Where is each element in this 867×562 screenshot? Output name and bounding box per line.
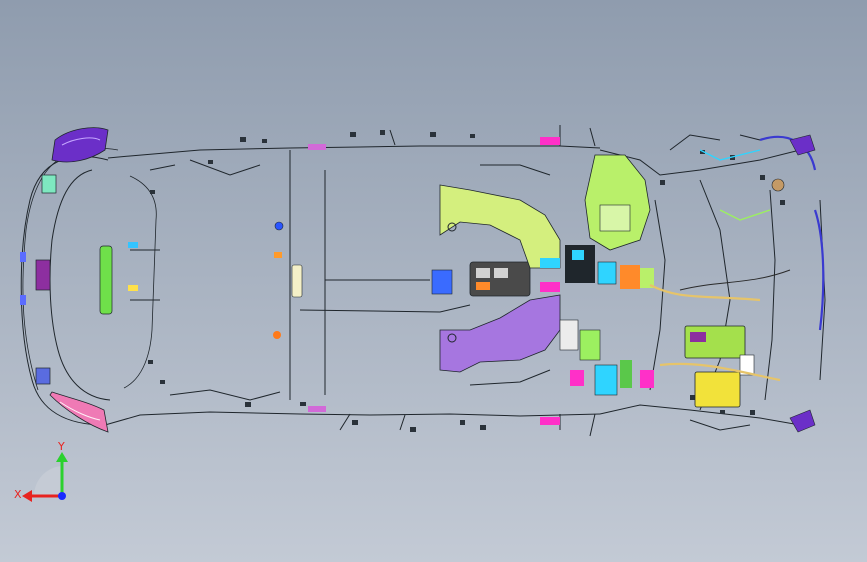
x-axis-label: X (14, 488, 22, 501)
wire-clips (148, 130, 785, 432)
front-left-headlamp[interactable] (51, 127, 109, 163)
y-axis-label: Y (57, 440, 65, 453)
front-connector-cluster (20, 174, 138, 385)
floor-bracket-upper (439, 184, 561, 269)
cad-viewport[interactable]: Y X (0, 0, 867, 562)
y-axis-arrowhead (56, 452, 68, 462)
main-fuse-junction-block[interactable] (584, 154, 651, 251)
z-axis-dot (58, 492, 66, 500)
rear-lamp-connectors (771, 134, 816, 433)
axis-triad: Y X (14, 440, 68, 502)
floor-bracket-lower (439, 294, 561, 373)
wiring-harness-assembly[interactable]: Y X (0, 0, 867, 562)
x-axis-arrowhead (22, 490, 32, 502)
